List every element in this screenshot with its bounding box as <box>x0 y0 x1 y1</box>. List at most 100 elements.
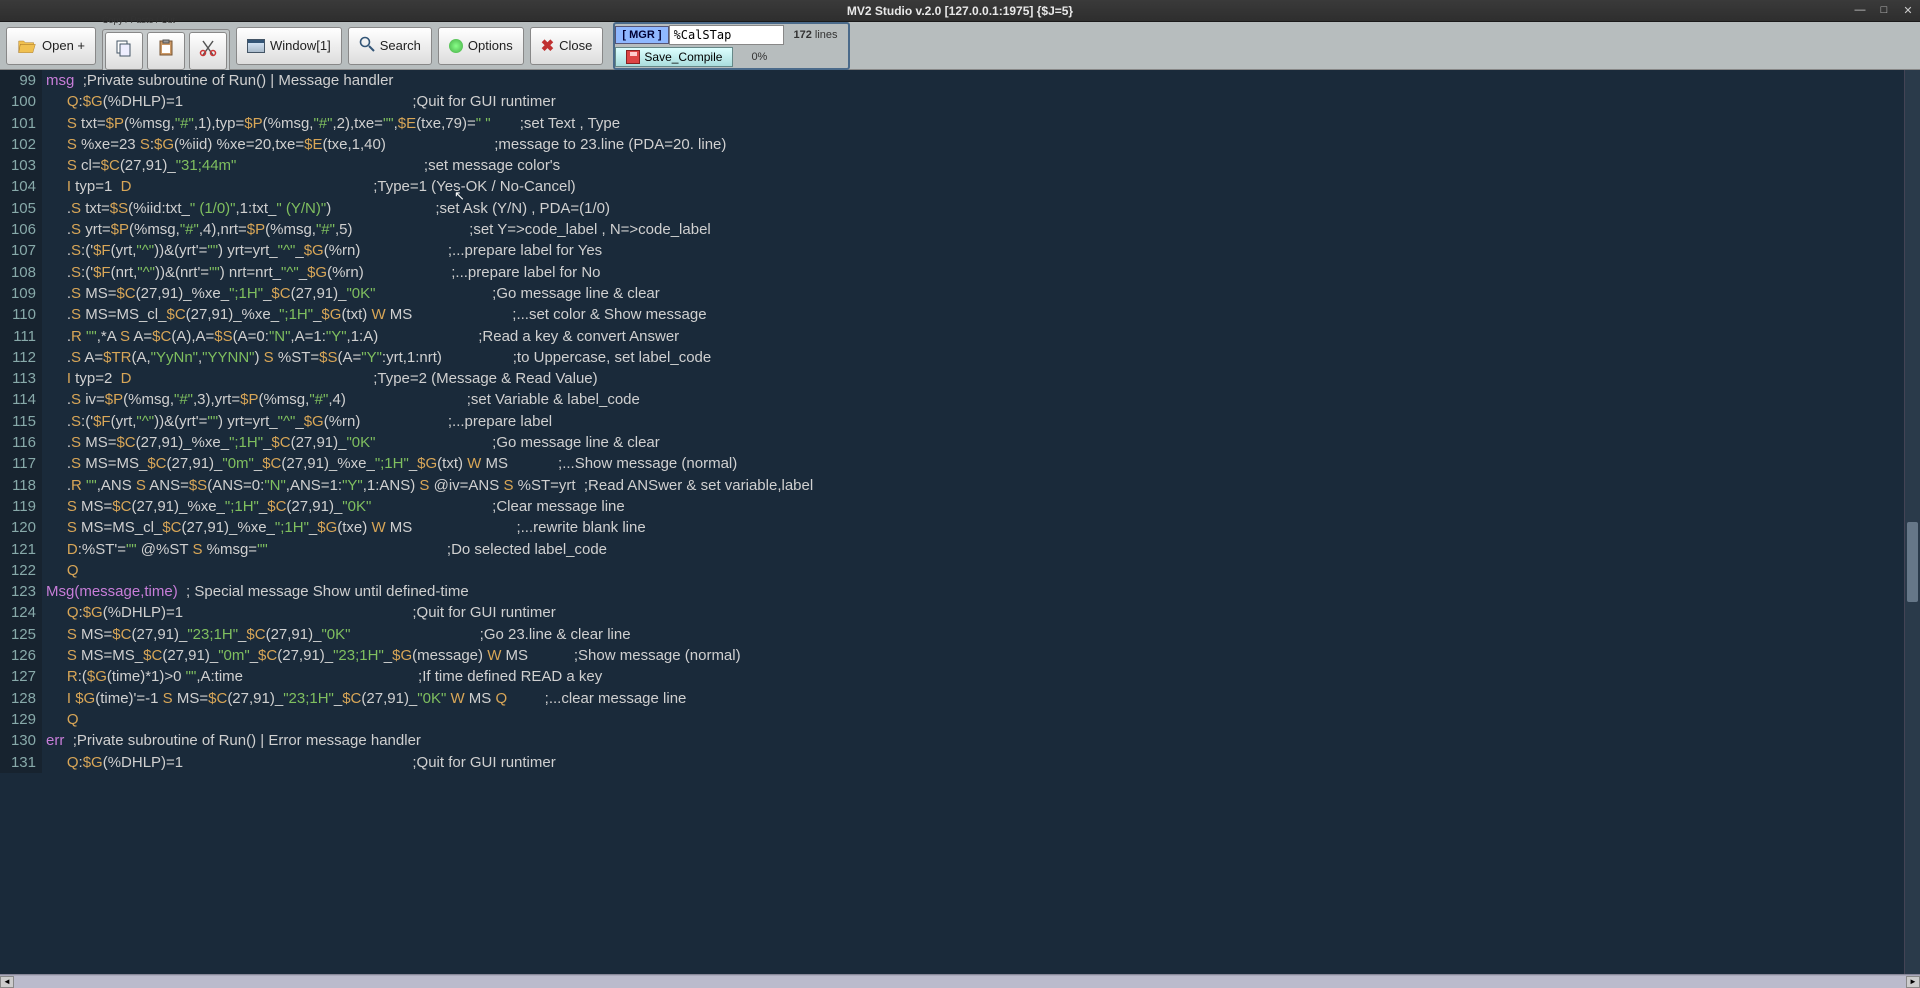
code-line[interactable]: 129 Q <box>0 709 1904 730</box>
code-line[interactable]: 109 .S MS=$C(27,91)_%xe_";1H"_$C(27,91)_… <box>0 283 1904 304</box>
save-compile-button[interactable]: Save_Compile <box>615 47 733 67</box>
code-line[interactable]: 123Msg(message,time) ; Special message S… <box>0 581 1904 602</box>
save-label: Save_Compile <box>644 50 722 64</box>
code-content[interactable]: .S iv=$P(%msg,"#",3),yrt=$P(%msg,"#",4) … <box>42 389 1904 410</box>
code-content[interactable]: Q:$G(%DHLP)=1 ;Quit for GUI runtimer <box>42 91 1904 112</box>
copy-button[interactable] <box>105 32 143 70</box>
scroll-right-button[interactable]: ► <box>1906 976 1920 988</box>
code-content[interactable]: Q:$G(%DHLP)=1 ;Quit for GUI runtimer <box>42 602 1904 623</box>
code-content[interactable]: .S txt=$S(%iid:txt_" (1/0)",1:txt_" (Y/N… <box>42 198 1904 219</box>
code-content[interactable]: msg ;Private subroutine of Run() | Messa… <box>42 70 1904 91</box>
code-content[interactable]: .S MS=$C(27,91)_%xe_";1H"_$C(27,91)_"0K"… <box>42 432 1904 453</box>
code-line[interactable]: 107 .S:('$F(yrt,"^"))&(yrt'="") yrt=yrt_… <box>0 240 1904 261</box>
code-content[interactable]: D:%ST'="" @%ST S %msg="" ;Do selected la… <box>42 539 1904 560</box>
vertical-scrollbar[interactable] <box>1904 70 1920 974</box>
code-line[interactable]: 120 S MS=MS_cl_$C(27,91)_%xe_";1H"_$G(tx… <box>0 517 1904 538</box>
window-label: Window[1] <box>270 38 331 53</box>
maximize-button[interactable]: □ <box>1876 2 1892 18</box>
code-line[interactable]: 115 .S:('$F(yrt,"^"))&(yrt'="") yrt=yrt_… <box>0 411 1904 432</box>
code-line[interactable]: 130err ;Private subroutine of Run() | Er… <box>0 730 1904 751</box>
code-line[interactable]: 125 S MS=$C(27,91)_"23;1H"_$C(27,91)_"0K… <box>0 624 1904 645</box>
code-content[interactable]: .S:('$F(yrt,"^"))&(yrt'="") yrt=yrt_"^"_… <box>42 411 1904 432</box>
code-content[interactable]: Q:$G(%DHLP)=1 ;Quit for GUI runtimer <box>42 752 1904 773</box>
hscroll-track[interactable] <box>14 976 1906 988</box>
code-content[interactable]: Msg(message,time) ; Special message Show… <box>42 581 1904 602</box>
horizontal-scrollbar[interactable]: ◄ ► <box>0 974 1920 988</box>
code-content[interactable]: S cl=$C(27,91)_"31;44m" ;set message col… <box>42 155 1904 176</box>
code-line[interactable]: 122 Q <box>0 560 1904 581</box>
compile-percent: 0% <box>733 51 785 63</box>
code-line[interactable]: 119 S MS=$C(27,91)_%xe_";1H"_$C(27,91)_"… <box>0 496 1904 517</box>
code-line[interactable]: 110 .S MS=MS_cl_$C(27,91)_%xe_";1H"_$G(t… <box>0 304 1904 325</box>
code-line[interactable]: 121 D:%ST'="" @%ST S %msg="" ;Do selecte… <box>0 539 1904 560</box>
cut-button[interactable] <box>189 32 227 70</box>
open-button[interactable]: Open + <box>6 27 96 65</box>
minimize-button[interactable]: — <box>1852 2 1868 18</box>
code-content[interactable]: .S MS=MS_cl_$C(27,91)_%xe_";1H"_$G(txt) … <box>42 304 1904 325</box>
code-content[interactable]: S %xe=23 S:$G(%iid) %xe=20,txe=$E(txe,1,… <box>42 134 1904 155</box>
scroll-left-button[interactable]: ◄ <box>0 976 14 988</box>
code-line[interactable]: 117 .S MS=MS_$C(27,91)_"0m"_$C(27,91)_%x… <box>0 453 1904 474</box>
code-content[interactable]: .R "",*A S A=$C(A),A=$S(A=0:"N",A=1:"Y",… <box>42 326 1904 347</box>
code-editor[interactable]: 99msg ;Private subroutine of Run() | Mes… <box>0 70 1904 974</box>
code-content[interactable]: S MS=MS_$C(27,91)_"0m"_$C(27,91)_"23;1H"… <box>42 645 1904 666</box>
scroll-thumb[interactable] <box>1907 522 1918 602</box>
line-number: 125 <box>0 624 42 645</box>
code-line[interactable]: 116 .S MS=$C(27,91)_%xe_";1H"_$C(27,91)_… <box>0 432 1904 453</box>
close-window-button[interactable]: ✕ <box>1900 2 1916 18</box>
code-content[interactable]: I typ=1 D ;Type=1 (Yes-OK / No-Cancel) <box>42 176 1904 197</box>
code-line[interactable]: 111 .R "",*A S A=$C(A),A=$S(A=0:"N",A=1:… <box>0 326 1904 347</box>
code-content[interactable]: S txt=$P(%msg,"#",1),typ=$P(%msg,"#",2),… <box>42 113 1904 134</box>
code-line[interactable]: 102 S %xe=23 S:$G(%iid) %xe=20,txe=$E(tx… <box>0 134 1904 155</box>
line-number: 118 <box>0 475 42 496</box>
cpc-group-label: Copy / Paste / Cut <box>102 15 175 25</box>
code-line[interactable]: 124 Q:$G(%DHLP)=1 ;Quit for GUI runtimer <box>0 602 1904 623</box>
code-content[interactable]: S MS=$C(27,91)_%xe_";1H"_$C(27,91)_"0K" … <box>42 496 1904 517</box>
window-button[interactable]: Window[1] <box>236 27 342 65</box>
close-button[interactable]: ✖ Close <box>530 27 604 65</box>
code-content[interactable]: Q <box>42 709 1904 730</box>
routine-name-input[interactable] <box>669 25 784 45</box>
code-content[interactable]: err ;Private subroutine of Run() | Error… <box>42 730 1904 751</box>
code-line[interactable]: 101 S txt=$P(%msg,"#",1),typ=$P(%msg,"#"… <box>0 113 1904 134</box>
code-content[interactable]: .S yrt=$P(%msg,"#",4),nrt=$P(%msg,"#",5)… <box>42 219 1904 240</box>
code-content[interactable]: I typ=2 D ;Type=2 (Message & Read Value) <box>42 368 1904 389</box>
code-content[interactable]: S MS=MS_cl_$C(27,91)_%xe_";1H"_$G(txe) W… <box>42 517 1904 538</box>
code-content[interactable]: .S MS=$C(27,91)_%xe_";1H"_$C(27,91)_"0K"… <box>42 283 1904 304</box>
code-content[interactable]: I $G(time)'=-1 S MS=$C(27,91)_"23;1H"_$C… <box>42 688 1904 709</box>
code-line[interactable]: 108 .S:('$F(nrt,"^"))&(nrt'="") nrt=nrt_… <box>0 262 1904 283</box>
code-content[interactable]: .R "",ANS S ANS=$S(ANS=0:"N",ANS=1:"Y",1… <box>42 475 1904 496</box>
code-line[interactable]: 114 .S iv=$P(%msg,"#",3),yrt=$P(%msg,"#"… <box>0 389 1904 410</box>
code-content[interactable]: .S:('$F(yrt,"^"))&(yrt'="") yrt=yrt_"^"_… <box>42 240 1904 261</box>
line-number: 127 <box>0 666 42 687</box>
code-line[interactable]: 113 I typ=2 D ;Type=2 (Message & Read Va… <box>0 368 1904 389</box>
code-line[interactable]: 99msg ;Private subroutine of Run() | Mes… <box>0 70 1904 91</box>
mgr-badge: [ MGR ] <box>615 26 668 44</box>
code-content[interactable]: R:($G(time)*1)>0 "",A:time ;If time defi… <box>42 666 1904 687</box>
code-line[interactable]: 103 S cl=$C(27,91)_"31;44m" ;set message… <box>0 155 1904 176</box>
line-number: 120 <box>0 517 42 538</box>
code-line[interactable]: 131 Q:$G(%DHLP)=1 ;Quit for GUI runtimer <box>0 752 1904 773</box>
code-line[interactable]: 106 .S yrt=$P(%msg,"#",4),nrt=$P(%msg,"#… <box>0 219 1904 240</box>
line-number: 111 <box>0 326 42 347</box>
code-line[interactable]: 105 .S txt=$S(%iid:txt_" (1/0)",1:txt_" … <box>0 198 1904 219</box>
line-number: 99 <box>0 70 42 91</box>
paste-button[interactable] <box>147 32 185 70</box>
search-icon <box>359 36 375 55</box>
code-content[interactable]: Q <box>42 560 1904 581</box>
code-line[interactable]: 127 R:($G(time)*1)>0 "",A:time ;If time … <box>0 666 1904 687</box>
options-button[interactable]: Options <box>438 27 524 65</box>
line-number: 104 <box>0 176 42 197</box>
code-content[interactable]: .S MS=MS_$C(27,91)_"0m"_$C(27,91)_%xe_";… <box>42 453 1904 474</box>
code-line[interactable]: 112 .S A=$TR(A,"YyNn","YYNN") S %ST=$S(A… <box>0 347 1904 368</box>
code-content[interactable]: .S:('$F(nrt,"^"))&(nrt'="") nrt=nrt_"^"_… <box>42 262 1904 283</box>
code-line[interactable]: 126 S MS=MS_$C(27,91)_"0m"_$C(27,91)_"23… <box>0 645 1904 666</box>
code-line[interactable]: 100 Q:$G(%DHLP)=1 ;Quit for GUI runtimer <box>0 91 1904 112</box>
code-content[interactable]: S MS=$C(27,91)_"23;1H"_$C(27,91)_"0K" ;G… <box>42 624 1904 645</box>
search-button[interactable]: Search <box>348 27 432 65</box>
code-line[interactable]: 104 I typ=1 D ;Type=1 (Yes-OK / No-Cance… <box>0 176 1904 197</box>
code-line[interactable]: 128 I $G(time)'=-1 S MS=$C(27,91)_"23;1H… <box>0 688 1904 709</box>
code-line[interactable]: 118 .R "",ANS S ANS=$S(ANS=0:"N",ANS=1:"… <box>0 475 1904 496</box>
code-content[interactable]: .S A=$TR(A,"YyNn","YYNN") S %ST=$S(A="Y"… <box>42 347 1904 368</box>
line-number: 101 <box>0 113 42 134</box>
